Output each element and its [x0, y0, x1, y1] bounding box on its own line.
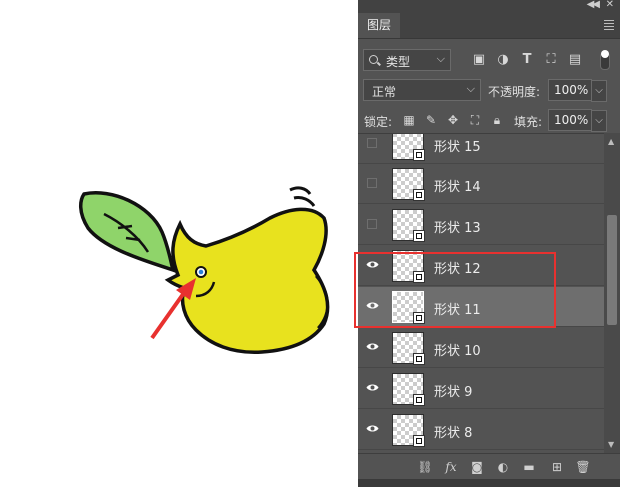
- filter-kind-value: 类型: [386, 55, 411, 69]
- shape-layer-icon: [413, 230, 425, 242]
- bird-artwork: [79, 186, 330, 354]
- lock-artboard-icon[interactable]: ⛶: [468, 113, 482, 127]
- layer-row[interactable]: 形状 8: [358, 410, 604, 450]
- new-layer-icon[interactable]: ⊞: [548, 458, 566, 476]
- scroll-up-icon[interactable]: ▲: [608, 137, 614, 146]
- layer-thumbnail: [392, 168, 425, 201]
- layers-bottom-toolbar: ⛓ fx ◙ ◐ ▬ ⊞ 🗑︎: [358, 453, 620, 480]
- panel-title-bar: ◀◀ ✕: [358, 0, 620, 13]
- visibility-toggle[interactable]: [358, 164, 386, 204]
- visibility-toggle[interactable]: [358, 134, 386, 164]
- shape-layer-icon: [413, 353, 425, 365]
- layer-thumbnail: [392, 373, 425, 406]
- layer-name[interactable]: 形状 9: [434, 381, 472, 400]
- document-canvas[interactable]: [0, 0, 358, 487]
- lock-pixels-icon[interactable]: ✎: [424, 113, 438, 127]
- blend-mode-select[interactable]: 正常 ⌵: [363, 79, 481, 101]
- opacity-value: 100%: [554, 83, 589, 97]
- blend-row: 正常 ⌵ 不透明度: 100% ⌵: [358, 79, 620, 103]
- shape-layer-icon: [413, 189, 425, 201]
- blend-mode-value: 正常: [372, 85, 397, 99]
- chevron-down-icon[interactable]: ⌵: [591, 110, 607, 132]
- layer-row[interactable]: 形状 14: [358, 164, 604, 204]
- layer-name[interactable]: 形状 8: [434, 422, 472, 441]
- fx-icon[interactable]: fx: [442, 458, 460, 476]
- lock-row: 锁定: ▦ ✎ ✥ ⛶ 🔒︎ 填充: 100% ⌵: [358, 109, 620, 133]
- lock-label: 锁定:: [364, 115, 393, 129]
- opacity-input[interactable]: 100% ⌵: [548, 79, 607, 102]
- layers-panel: ◀◀ ✕ 图层 类型 ⌵ ▣ ◑ T ⛶ ▤ 正常 ⌵ 不透明度: 100% ⌵: [358, 0, 620, 487]
- adjustment-icon[interactable]: ◐: [494, 458, 512, 476]
- trash-icon[interactable]: 🗑︎: [574, 458, 592, 476]
- layer-row[interactable]: 形状 10: [358, 328, 604, 368]
- pixel-filter-icon[interactable]: ▣: [470, 51, 488, 69]
- layer-row[interactable]: 形状 9: [358, 369, 604, 409]
- visibility-toggle[interactable]: [358, 410, 386, 450]
- smart-object-filter-icon[interactable]: ▤: [566, 51, 584, 69]
- panel-menu-icon[interactable]: [604, 20, 614, 30]
- filter-row: 类型 ⌵ ▣ ◑ T ⛶ ▤: [358, 49, 620, 73]
- eye-icon: [366, 425, 379, 432]
- layer-name[interactable]: 形状 13: [434, 217, 481, 236]
- search-icon: [369, 55, 378, 64]
- fill-input[interactable]: 100% ⌵: [548, 109, 607, 132]
- visibility-toggle[interactable]: [358, 328, 386, 368]
- layer-row[interactable]: 形状 13: [358, 205, 604, 245]
- layer-list-scrollbar[interactable]: ▲ ▼: [604, 133, 620, 453]
- leaf-shape: [79, 191, 176, 273]
- close-icon[interactable]: ✕: [606, 0, 614, 10]
- type-filter-icon[interactable]: T: [518, 51, 536, 69]
- visibility-off-box: [367, 138, 377, 148]
- annotation-highlight-box: [354, 252, 556, 328]
- lock-transparency-icon[interactable]: ▦: [402, 113, 416, 127]
- fill-label: 填充:: [514, 115, 543, 129]
- chevron-down-icon[interactable]: ⌵: [591, 80, 607, 102]
- shape-layer-icon: [413, 149, 425, 161]
- visibility-toggle[interactable]: [358, 205, 386, 245]
- eye-icon: [366, 384, 379, 391]
- folder-icon[interactable]: ▬: [520, 458, 538, 476]
- lock-position-icon[interactable]: ✥: [446, 113, 460, 127]
- layer-thumbnail: [392, 332, 425, 365]
- filter-kind-select[interactable]: 类型 ⌵: [363, 49, 451, 71]
- visibility-off-box: [367, 219, 377, 229]
- layer-thumbnail: [392, 134, 425, 161]
- scrollbar-thumb[interactable]: [607, 215, 617, 325]
- shape-layer-icon: [413, 394, 425, 406]
- layer-name[interactable]: 形状 10: [434, 340, 481, 359]
- adjustment-filter-icon[interactable]: ◑: [494, 51, 512, 69]
- layer-row[interactable]: 形状 15: [358, 134, 604, 164]
- fill-value: 100%: [554, 113, 589, 127]
- shape-layer-icon: [413, 435, 425, 447]
- chevron-down-icon: ⌵: [466, 82, 475, 95]
- visibility-off-box: [367, 178, 377, 188]
- chevron-down-icon: ⌵: [436, 52, 445, 65]
- layer-thumbnail: [392, 414, 425, 447]
- scroll-down-icon[interactable]: ▼: [608, 440, 614, 449]
- link-icon[interactable]: ⛓: [416, 458, 434, 476]
- collapse-icon[interactable]: ◀◀: [587, 0, 600, 10]
- lock-all-icon[interactable]: 🔒︎: [490, 113, 504, 127]
- layer-name[interactable]: 形状 15: [434, 136, 481, 155]
- panel-bottom-strip: [358, 479, 620, 487]
- shape-filter-icon[interactable]: ⛶: [542, 51, 560, 69]
- visibility-toggle[interactable]: [358, 369, 386, 409]
- layer-name[interactable]: 形状 14: [434, 176, 481, 195]
- tab-layers[interactable]: 图层: [358, 13, 400, 38]
- layer-thumbnail: [392, 209, 425, 242]
- eye-icon: [366, 343, 379, 350]
- red-arrow: [150, 288, 188, 340]
- opacity-label: 不透明度:: [488, 85, 541, 99]
- filter-toggle-switch[interactable]: [600, 50, 610, 70]
- panel-tab-bar: 图层: [358, 13, 620, 39]
- mask-icon[interactable]: ◙: [468, 458, 486, 476]
